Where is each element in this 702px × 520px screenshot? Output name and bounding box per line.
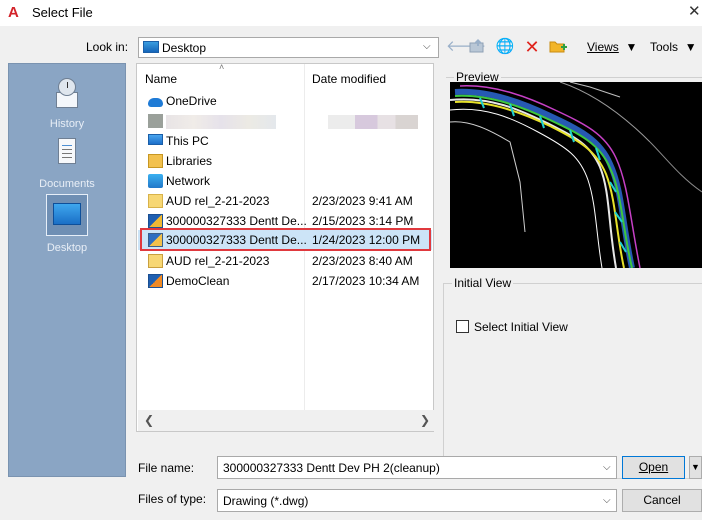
list-item[interactable]: DemoClean 2/17/2023 10:34 AM	[138, 271, 432, 291]
tools-caret-icon: ▼	[684, 40, 697, 54]
file-name-label: File name:	[138, 461, 195, 475]
file-name: This PC	[166, 134, 209, 148]
select-initial-view-label[interactable]: Select Initial View	[474, 320, 568, 334]
file-name-value: 300000327333 Dentt Dev PH 2(cleanup)	[223, 461, 440, 475]
chevron-down-icon[interactable]: ⌵	[603, 494, 611, 508]
column-header-name[interactable]: Name	[145, 72, 177, 86]
sort-caret-icon: ˄	[219, 62, 225, 72]
file-name-input[interactable]: 300000327333 Dentt Dev PH 2(cleanup) ⌵	[217, 456, 617, 479]
dwg-file-icon	[148, 214, 163, 228]
list-item[interactable]: This PC	[138, 131, 432, 151]
place-documents-label: Documents	[39, 178, 95, 190]
network-icon	[148, 174, 163, 188]
list-item[interactable]: OneDrive	[138, 91, 432, 111]
open-button-label: Open	[638, 460, 669, 474]
history-icon	[49, 76, 85, 112]
file-date: 2/15/2023 3:14 PM	[312, 214, 414, 228]
look-in-value: Desktop	[162, 41, 207, 55]
file-type-dropdown[interactable]: Drawing (*.dwg) ⌵	[217, 489, 617, 512]
chevron-down-icon: ⌵	[423, 41, 431, 52]
chevron-down-icon[interactable]: ⌵	[603, 461, 611, 475]
tools-label: Tools	[650, 40, 679, 54]
this-pc-icon	[148, 134, 163, 145]
file-date: 2/23/2023 9:41 AM	[312, 194, 413, 208]
file-type-value: Drawing (*.dwg)	[223, 494, 309, 508]
place-desktop-label: Desktop	[46, 242, 88, 254]
file-name: DemoClean	[166, 274, 230, 288]
views-label: Views	[587, 40, 619, 54]
file-name: 300000327333 Dentt De...	[166, 214, 307, 228]
preview-group: Preview	[446, 70, 702, 272]
documents-icon	[49, 136, 85, 172]
file-type-label: Files of type:	[138, 492, 207, 506]
autocad-logo-icon: A	[8, 4, 19, 21]
file-name: Network	[166, 174, 211, 188]
views-menu[interactable]: Views ▼	[587, 37, 641, 59]
drawing-preview-image	[449, 81, 702, 269]
desktop-icon	[46, 194, 88, 236]
file-name: Libraries	[166, 154, 213, 168]
dwg-file-icon	[148, 274, 163, 288]
scroll-right-icon[interactable]: ❯	[420, 413, 430, 427]
blurred-icon	[148, 114, 163, 128]
list-item[interactable]: AUD rel_2-21-2023 2/23/2023 8:40 AM	[138, 251, 432, 271]
close-icon[interactable]: ✕	[688, 3, 701, 21]
file-date: 2/23/2023 8:40 AM	[312, 254, 413, 268]
list-item[interactable]: AUD rel_2-21-2023 2/23/2023 9:41 AM	[138, 191, 432, 211]
desktop-folder-icon	[143, 41, 159, 53]
initial-view-group: Initial View Select Initial View	[443, 276, 702, 479]
look-in-label: Look in:	[86, 40, 129, 54]
list-item[interactable]: Libraries	[138, 151, 432, 171]
scroll-left-icon[interactable]: ❮	[144, 413, 154, 427]
tools-menu[interactable]: Tools ▼	[650, 37, 702, 59]
onedrive-icon	[148, 98, 163, 107]
list-item[interactable]: Network	[138, 171, 432, 191]
cancel-button[interactable]: Cancel	[622, 489, 702, 512]
zip-file-icon	[148, 254, 163, 268]
initial-view-label: Initial View	[452, 276, 514, 290]
create-folder-icon[interactable]	[548, 37, 568, 59]
libraries-icon	[148, 154, 163, 168]
open-button[interactable]: Open	[622, 456, 685, 479]
selection-highlight-box	[140, 228, 431, 251]
blurred-date	[328, 115, 418, 129]
places-bar: History Documents Desktop	[8, 63, 126, 477]
select-initial-view-checkbox[interactable]	[456, 320, 469, 333]
list-item[interactable]	[138, 111, 432, 131]
file-date: 2/17/2023 10:34 AM	[312, 274, 420, 288]
back-arrow-icon[interactable]: 🡐	[446, 37, 486, 59]
file-name: OneDrive	[166, 94, 217, 108]
title-bar: A Select File ✕	[0, 0, 702, 26]
place-history-label: History	[49, 118, 85, 130]
views-caret-icon: ▼	[625, 40, 638, 54]
open-options-dropdown[interactable]: ▼	[689, 456, 702, 479]
horizontal-scrollbar[interactable]: ❮ ❯	[138, 410, 434, 431]
look-in-dropdown[interactable]: Desktop ⌵	[138, 37, 439, 58]
file-name: AUD rel_2-21-2023	[166, 194, 270, 208]
search-web-icon[interactable]: 🌐	[494, 37, 516, 59]
delete-icon[interactable]: ✕	[522, 37, 542, 59]
column-header-date[interactable]: Date modified	[312, 72, 386, 86]
blurred-name	[166, 115, 276, 129]
window-title: Select File	[32, 5, 93, 20]
file-name: AUD rel_2-21-2023	[166, 254, 270, 268]
file-list[interactable]: Name ˄ Date modified OneDrive This PC Li…	[136, 62, 434, 432]
up-folder-icon[interactable]	[468, 37, 486, 59]
folder-icon	[148, 194, 163, 208]
open-caret-icon: ▼	[691, 462, 700, 472]
